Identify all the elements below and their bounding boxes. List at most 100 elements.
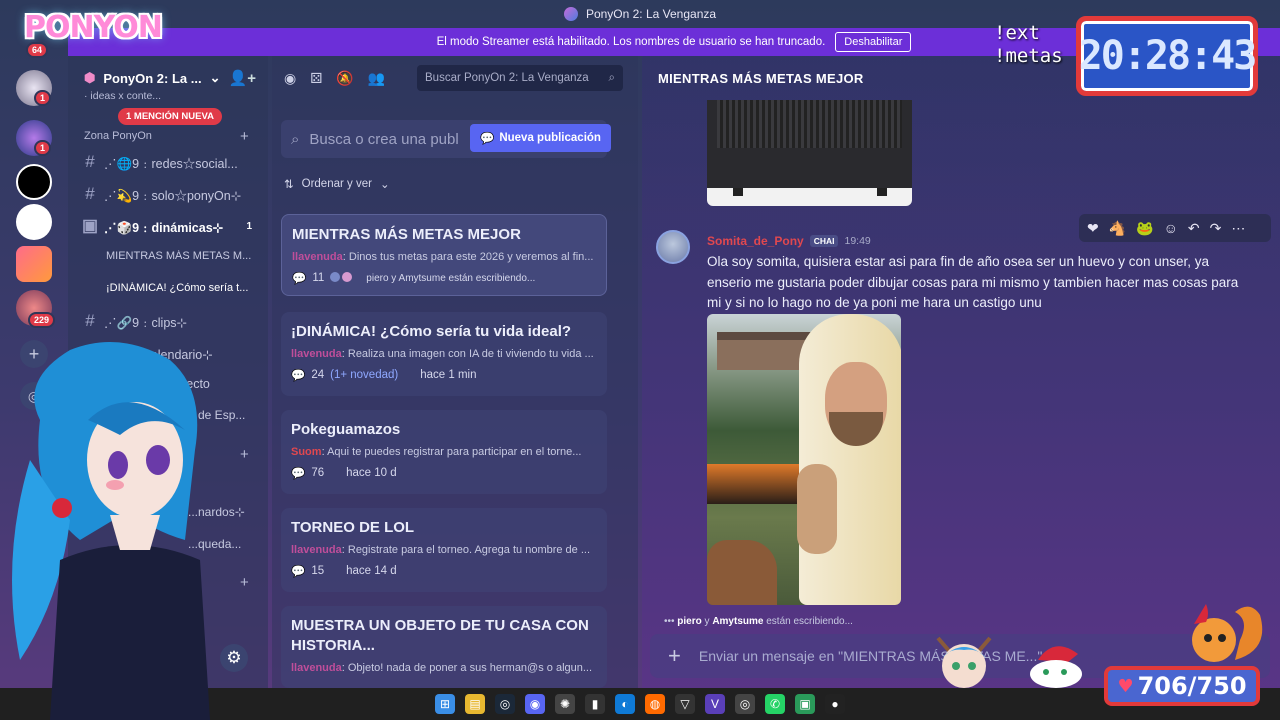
message-author[interactable]: Somita_de_Pony: [707, 234, 804, 248]
channel-dinamicas[interactable]: ▣ ⋰🎲9﹕dinámicas⊹ 1: [82, 213, 260, 239]
dice-icon[interactable]: ⚄: [310, 70, 322, 87]
thread-chat-panel: MIENTRAS MÁS METAS MEJOR ❤ 🐴 🐸 ☺ ↶ ↷ ⋯ S…: [642, 56, 1280, 688]
server-avatar-1[interactable]: 1: [16, 70, 52, 106]
sort-dropdown[interactable]: ⇅ Ordenar y ver ⌄: [284, 172, 390, 196]
forum-post-card[interactable]: MUESTRA UN OBJETO DE TU CASA CON HISTORI…: [281, 606, 607, 688]
hash-icon: #: [85, 152, 95, 171]
post-preview: llavenuda: Objeto! nada de poner a sus h…: [291, 662, 593, 674]
heart-icon: ♥: [1117, 675, 1134, 697]
attached-image-2[interactable]: [707, 314, 901, 605]
message-actions-bar: ❤ 🐴 🐸 ☺ ↶ ↷ ⋯: [1079, 214, 1271, 242]
channel-clips[interactable]: # ⋰🔗9﹕clips⊹: [82, 308, 260, 334]
disable-streamer-button[interactable]: Deshabilitar: [835, 32, 912, 52]
avatar[interactable]: [656, 230, 690, 264]
post-preview: llavenuda: Registrate para el torneo. Ag…: [291, 544, 591, 556]
more-icon[interactable]: ⋯: [1231, 220, 1245, 237]
forum-post-card[interactable]: TORNEO DE LOL llavenuda: Registrate para…: [281, 508, 607, 592]
comment-icon: 💬: [291, 370, 306, 382]
follower-goal: ♥ 706/750: [1104, 666, 1260, 706]
reply-icon[interactable]: ↶: [1188, 220, 1200, 237]
forum-panel: ◉ ⚄ 🔕 👥 Buscar PonyOn 2: La Venganza ⌕ ⌕…: [272, 56, 638, 688]
server-red[interactable]: [16, 246, 52, 282]
steam-icon[interactable]: ◎: [495, 694, 515, 714]
add-reaction-icon[interactable]: ☺: [1164, 220, 1178, 236]
forum-post-card[interactable]: Pokeguamazos Suom: Aqui te puedes regist…: [281, 410, 607, 494]
add-channel-icon[interactable]: +: [240, 128, 249, 145]
hash-icon: #: [85, 184, 95, 203]
chat-commands-overlay: !ext !metas: [994, 22, 1063, 67]
search-icon: ⌕: [291, 130, 300, 148]
forum-post-card[interactable]: MIENTRAS MÁS METAS MEJOR llavenuda: Dino…: [281, 214, 607, 296]
forum-icon: ▣: [82, 216, 99, 235]
channel-solo-ponyon[interactable]: # ⋰💫9﹕solo☆ponyOn⊹: [82, 181, 260, 207]
post-title: MUESTRA UN OBJETO DE TU CASA CON HISTORI…: [291, 617, 589, 654]
firefox-icon[interactable]: ◍: [645, 694, 665, 714]
typing-avatars: [330, 271, 360, 285]
chevron-down-icon: ⌄: [209, 70, 221, 85]
app-icon-2[interactable]: ▽: [675, 694, 695, 714]
forum-post-card[interactable]: ¡DINÁMICA! ¿Cómo sería tu vida ideal? ll…: [281, 312, 607, 396]
chat-bubble-icon: 💬: [480, 133, 495, 145]
heart-reaction-icon[interactable]: ❤: [1087, 220, 1099, 237]
emoji-reaction-icon[interactable]: 🐴: [1109, 220, 1126, 237]
new-post-button[interactable]: 💬 Nueva publicación: [470, 124, 611, 152]
server-name: PonyOn 2: La ...: [103, 70, 202, 86]
post-meta: 💬 15 hace 14 d: [291, 565, 397, 578]
thread-metas[interactable]: MIENTRAS MÁS METAS M...: [106, 250, 256, 262]
discord-icon[interactable]: ◉: [525, 694, 545, 714]
invite-icon[interactable]: 👤+: [229, 69, 256, 87]
mention-badge: 1: [34, 90, 52, 106]
post-preview: llavenuda: Dinos tus metas para este 202…: [292, 251, 594, 263]
chevron-down-icon: ⌄: [379, 179, 390, 191]
forward-icon[interactable]: ↷: [1210, 220, 1222, 237]
app-icon-4[interactable]: ▣: [795, 694, 815, 714]
server-badge-icon: ⬢: [84, 70, 96, 85]
stream-clock: 20:28:43: [1076, 16, 1258, 96]
post-title: Pokeguamazos: [291, 421, 401, 438]
vscode-icon[interactable]: V: [705, 694, 725, 714]
post-preview: Suom: Aqui te puedes registrar para part…: [291, 446, 582, 458]
hash-icon: #: [85, 311, 95, 330]
attached-image-1[interactable]: [707, 100, 912, 206]
channel-redes[interactable]: # ⋰🌐9﹕redes☆social...: [82, 149, 260, 175]
post-meta: 💬 24 (1+ novedad) hace 1 min: [291, 369, 477, 382]
post-meta: 💬 11 piero y Amytsume están escribiendo.…: [292, 271, 536, 285]
file-explorer-icon[interactable]: ▤: [465, 694, 485, 714]
cut-channel[interactable]: · ideas x conte...: [84, 90, 161, 102]
squirrel-sticker: [1192, 604, 1263, 662]
edge-icon[interactable]: ◐: [615, 694, 635, 714]
comment-icon: 💬: [291, 468, 306, 480]
thread-dinamica[interactable]: ¡DINÁMICA! ¿Cómo sería t...: [106, 282, 256, 294]
server-ponyon[interactable]: 1: [16, 120, 52, 156]
guild-tag[interactable]: CHAI: [809, 235, 839, 247]
santa-hat-sticker: [1030, 646, 1082, 688]
comment-icon: 💬: [292, 273, 307, 285]
category-zona-ponyon[interactable]: Zona PonyOn: [84, 130, 152, 142]
product-box: [707, 100, 912, 188]
emoji-reaction-icon-2[interactable]: 🐸: [1136, 220, 1153, 237]
server-ovo[interactable]: [16, 164, 52, 200]
window-title: PonyOn 2: La Venganza: [585, 7, 717, 21]
members-icon[interactable]: 👥: [368, 70, 385, 87]
server-icon: [563, 7, 578, 21]
ponyon-logo: PONYON: [24, 10, 163, 45]
new-mention-pill[interactable]: 1 MENCIÓN NUEVA: [118, 108, 222, 125]
global-search-input[interactable]: Buscar PonyOn 2: La Venganza ⌕: [417, 65, 623, 91]
message-text: Ola soy somita, quisiera estar asi para …: [707, 254, 1239, 310]
app-icon-3[interactable]: ◎: [735, 694, 755, 714]
message-time: 19:49: [844, 235, 871, 247]
app-icon[interactable]: ▮: [585, 694, 605, 714]
threads-icon[interactable]: ◉: [284, 70, 296, 87]
obs-icon[interactable]: ●: [825, 694, 845, 714]
unread-badge: 64: [26, 42, 49, 58]
channel-count: 1: [246, 220, 252, 232]
post-preview: llavenuda: Realiza una imagen con IA de …: [291, 348, 594, 360]
server-folder[interactable]: 229: [16, 290, 56, 328]
whatsapp-icon[interactable]: ✆: [765, 694, 785, 714]
chatgpt-icon[interactable]: ✺: [555, 694, 575, 714]
mute-icon[interactable]: 🔕: [336, 70, 353, 87]
server-skull[interactable]: [16, 204, 52, 240]
typing-dots-icon: •••: [664, 616, 675, 627]
add-attachment-icon[interactable]: +: [668, 643, 681, 669]
windows-start-icon[interactable]: ⊞: [435, 694, 455, 714]
